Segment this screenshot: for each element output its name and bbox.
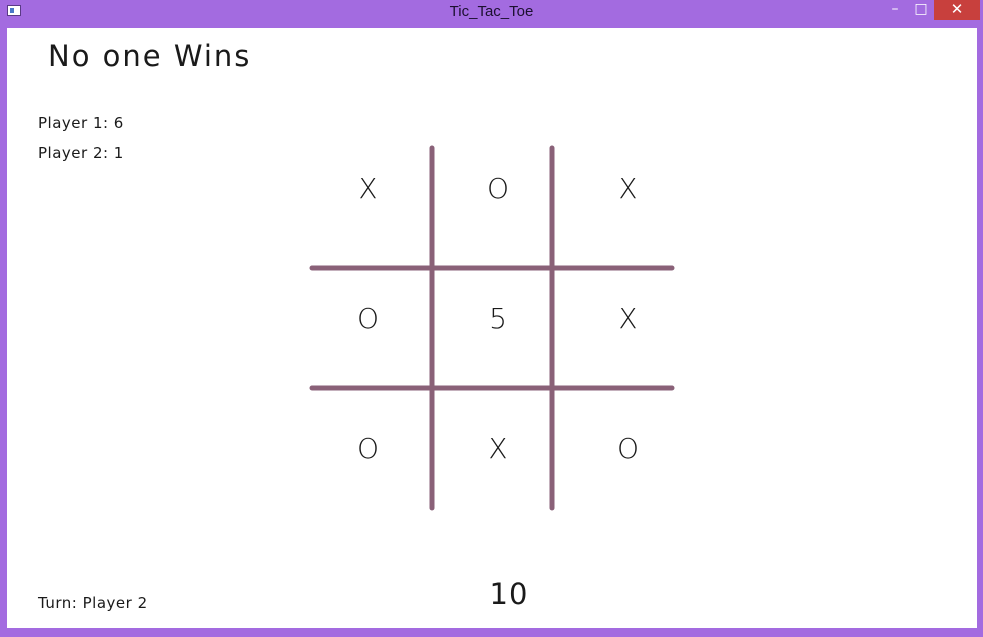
title-bar[interactable]: Tic_Tac_Toe – □ ✕ [0,0,983,27]
board-cell-r1c3[interactable]: X [568,128,688,248]
turn-indicator: Turn: Player 2 [38,594,148,612]
close-button[interactable]: ✕ [934,0,980,20]
board-cell-r2c1[interactable]: O [308,258,428,378]
board-cell-r3c2[interactable]: X [438,388,558,508]
board-cell-r3c1[interactable]: O [308,388,428,508]
board-cell-r2c3[interactable]: X [568,258,688,378]
game-canvas[interactable]: No one Wins Player 1: 6 Player 2: 1 X O … [7,28,977,628]
game-window: Tic_Tac_Toe – □ ✕ No one Wins Player 1: … [0,0,983,637]
board-cell-r2c2[interactable]: 5 [438,258,558,378]
board-cell-r3c3[interactable]: O [568,388,688,508]
board-cell-r1c1[interactable]: X [308,128,428,248]
window-title: Tic_Tac_Toe [449,3,534,20]
countdown-timer: 10 [489,577,529,611]
board-cell-r1c2[interactable]: O [438,128,558,248]
minimize-button[interactable]: – [882,0,908,20]
maximize-button[interactable]: □ [908,0,934,20]
